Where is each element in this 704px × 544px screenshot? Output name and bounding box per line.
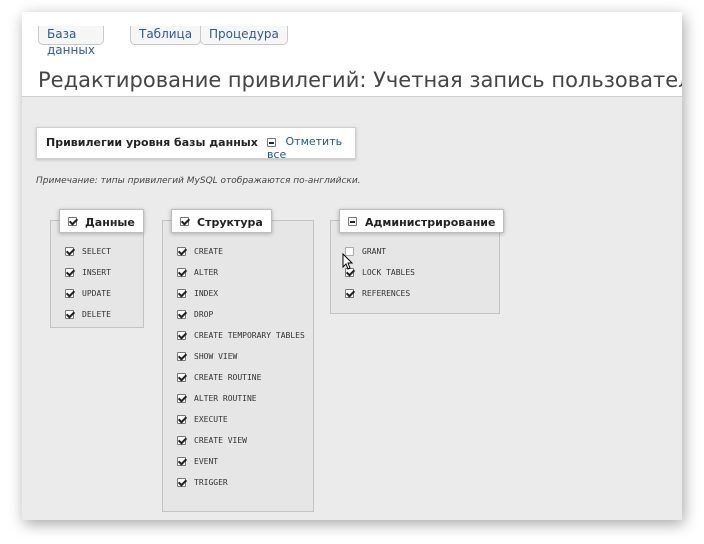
privilege-checkbox[interactable]	[177, 352, 186, 361]
privilege-item-alter-routine[interactable]: ALTER ROUTINE	[177, 394, 257, 408]
privilege-item-trigger[interactable]: TRIGGER	[177, 478, 228, 492]
check-all-label[interactable]: Отметить все	[267, 135, 342, 161]
privilege-checkbox[interactable]	[177, 436, 186, 445]
page-sheet: База данных Таблица Процедура Редактиров…	[22, 12, 682, 520]
privilege-item-select[interactable]: SELECT	[65, 247, 111, 261]
legend-admin-label: Администрирование	[365, 216, 496, 229]
privilege-label: ALTER ROUTINE	[194, 394, 257, 403]
privilege-label: CREATE TEMPORARY TABLES	[194, 331, 305, 340]
group-checkbox-structure[interactable]	[180, 217, 189, 226]
privilege-label: ALTER	[194, 268, 219, 277]
privilege-checkbox[interactable]	[65, 247, 74, 256]
page-title: Редактирование привилегий: Учетная запис…	[38, 68, 682, 92]
privilege-item-create-routine[interactable]: CREATE ROUTINE	[177, 373, 261, 387]
privilege-label: INSERT	[82, 268, 111, 277]
mouse-cursor-icon	[342, 253, 354, 270]
privilege-label: CREATE	[194, 247, 223, 256]
privilege-label: DELETE	[82, 310, 111, 319]
privilege-checkbox[interactable]	[177, 478, 186, 487]
privilege-label: DROP	[194, 310, 214, 319]
privilege-checkbox[interactable]	[177, 289, 186, 298]
privilege-item-execute[interactable]: EXECUTE	[177, 415, 228, 429]
privilege-label: LOCK TABLES	[362, 268, 415, 277]
privilege-label: EXECUTE	[194, 415, 228, 424]
privilege-checkbox[interactable]	[177, 310, 186, 319]
privilege-item-delete[interactable]: DELETE	[65, 310, 111, 324]
fieldset-data: Данные SELECT INSERT UPDATE DELETE	[50, 209, 144, 328]
privilege-item-alter[interactable]: ALTER	[177, 268, 218, 282]
privilege-level-label: Привилегии уровня базы данных	[46, 136, 258, 149]
mysql-note: Примечание: типы привилегий MySQL отобра…	[36, 176, 361, 186]
group-checkbox-admin[interactable]	[348, 217, 357, 226]
fieldset-structure: Структура CREATE ALTER INDEX DROP CREATE TEM…	[162, 209, 314, 512]
privilege-item-insert[interactable]: INSERT	[65, 268, 111, 282]
privilege-label: UPDATE	[82, 289, 111, 298]
privilege-checkbox[interactable]	[177, 331, 186, 340]
privilege-checkbox[interactable]	[177, 415, 186, 424]
privilege-item-update[interactable]: UPDATE	[65, 289, 111, 303]
title-divider	[22, 96, 682, 97]
privilege-checkbox[interactable]	[65, 310, 74, 319]
check-all-checkbox[interactable]	[267, 137, 276, 147]
group-checkbox-data[interactable]	[68, 217, 77, 226]
tab-database[interactable]: База данных	[38, 26, 104, 57]
privilege-item-create-view[interactable]: CREATE VIEW	[177, 436, 247, 450]
privilege-label: REFERENCES	[362, 289, 411, 298]
privilege-label: INDEX	[194, 289, 219, 298]
privilege-item-create-temporary-tables[interactable]: CREATE TEMPORARY TABLES	[177, 331, 305, 345]
privilege-label: CREATE ROUTINE	[194, 373, 262, 382]
privilege-level-header: Привилегии уровня базы данных Отметить в…	[36, 127, 356, 161]
privilege-item-references[interactable]: REFERENCES	[345, 289, 410, 303]
privilege-item-drop[interactable]: DROP	[177, 310, 213, 324]
privilege-checkbox[interactable]	[177, 457, 186, 466]
privilege-label: CREATE VIEW	[194, 436, 247, 445]
tab-table[interactable]: Таблица	[130, 26, 202, 45]
privilege-label: SHOW VIEW	[194, 352, 238, 361]
privilege-item-lock-tables[interactable]: LOCK TABLES	[345, 268, 415, 282]
legend-data[interactable]: Данные	[59, 209, 144, 233]
privilege-checkbox[interactable]	[345, 289, 354, 298]
tab-procedure[interactable]: Процедура	[200, 26, 288, 45]
fieldset-admin: Администрирование GRANT LOCK TABLES REFERE…	[330, 209, 505, 314]
privilege-checkbox[interactable]	[65, 268, 74, 277]
privilege-checkbox[interactable]	[177, 373, 186, 382]
privilege-label: TRIGGER	[194, 478, 228, 487]
privilege-label: GRANT	[362, 247, 387, 256]
privilege-label: SELECT	[82, 247, 111, 256]
privilege-item-create[interactable]: CREATE	[177, 247, 223, 261]
privilege-item-show-view[interactable]: SHOW VIEW	[177, 352, 237, 366]
legend-data-label: Данные	[85, 216, 135, 229]
privilege-checkbox[interactable]	[177, 247, 186, 256]
legend-admin[interactable]: Администрирование	[339, 209, 505, 233]
legend-structure[interactable]: Структура	[171, 209, 272, 233]
privilege-item-index[interactable]: INDEX	[177, 289, 218, 303]
privilege-item-event[interactable]: EVENT	[177, 457, 218, 471]
privilege-checkbox[interactable]	[65, 289, 74, 298]
privilege-checkbox[interactable]	[177, 394, 186, 403]
privilege-checkbox[interactable]	[177, 268, 186, 277]
privilege-label: EVENT	[194, 457, 219, 466]
legend-structure-label: Структура	[197, 216, 263, 229]
check-all-toggle[interactable]: Отметить все	[267, 135, 355, 161]
